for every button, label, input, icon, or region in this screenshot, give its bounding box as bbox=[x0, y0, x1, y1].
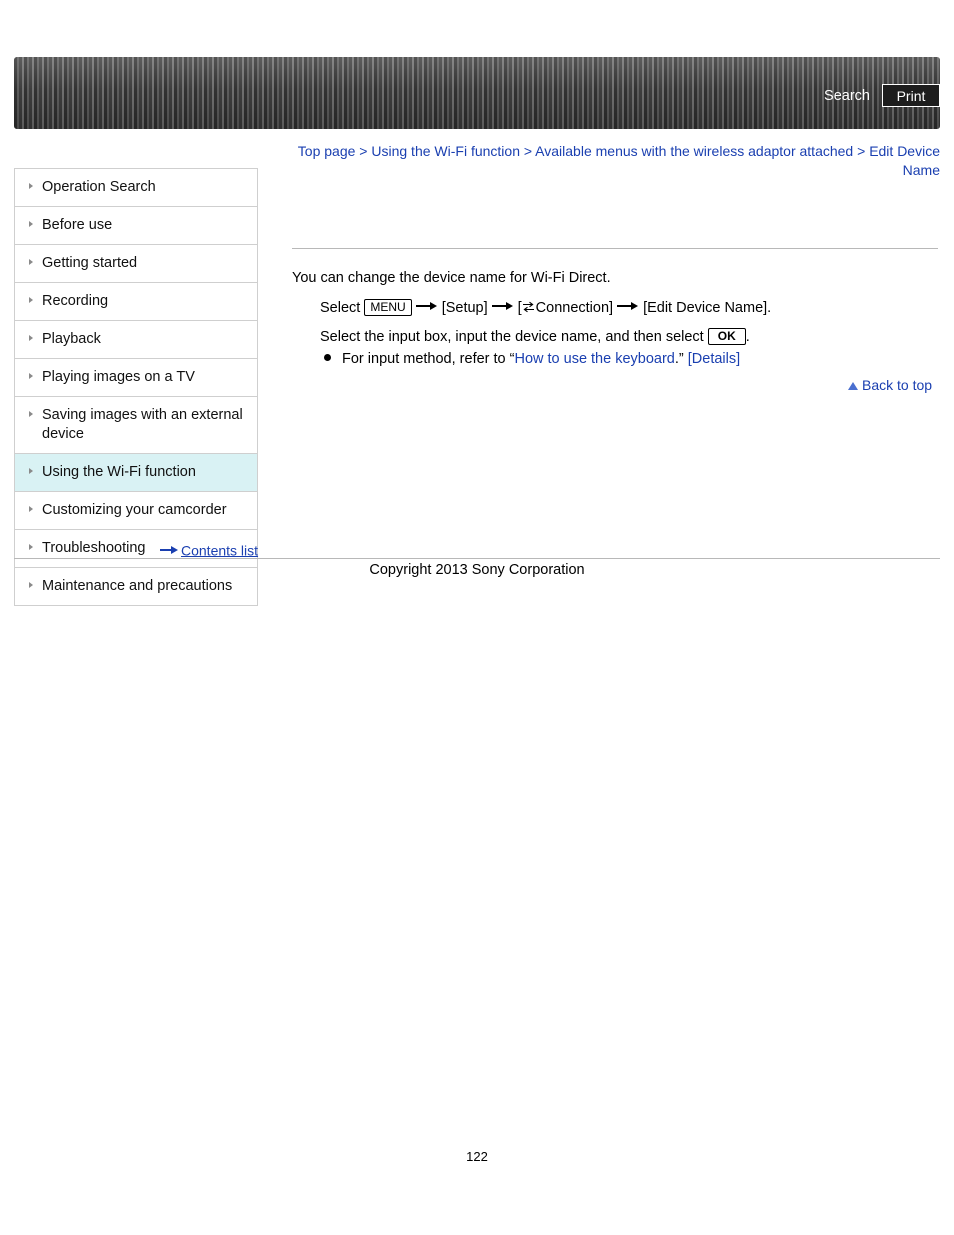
print-button[interactable]: Print bbox=[882, 84, 940, 107]
sidebar-item-label: Customizing your camcorder bbox=[42, 502, 227, 518]
details-link[interactable]: [Details] bbox=[688, 351, 740, 367]
sidebar-item-operation-search[interactable]: Operation Search bbox=[15, 169, 257, 207]
ok-button-glyph: OK bbox=[707, 328, 746, 345]
chevron-right-icon bbox=[29, 183, 33, 189]
intro-text: You can change the device name for Wi-Fi… bbox=[292, 270, 611, 286]
breadcrumb: Top page > Using the Wi-Fi function > Av… bbox=[292, 142, 940, 180]
sidebar-item-label: Playback bbox=[42, 331, 101, 347]
chevron-right-icon bbox=[29, 373, 33, 379]
step-1-setup: [Setup] bbox=[441, 300, 488, 316]
chevron-right-icon bbox=[29, 582, 33, 588]
breadcrumb-current: Edit Device Name bbox=[869, 143, 940, 178]
back-to-top-label: Back to top bbox=[862, 377, 933, 393]
chevron-right-icon bbox=[29, 411, 33, 417]
chevron-right-icon bbox=[29, 297, 33, 303]
step-2-text: Select the input box, input the device n… bbox=[320, 329, 704, 345]
step-2-line: Select the input box, input the device n… bbox=[320, 328, 750, 345]
step-1-select-word: Select bbox=[320, 300, 361, 316]
contents-list-link[interactable]: Contents list bbox=[160, 541, 258, 558]
breadcrumb-item-0[interactable]: Top page bbox=[298, 143, 356, 159]
sidebar-item-customizing-your-camcorder[interactable]: Customizing your camcorder bbox=[15, 492, 257, 530]
chevron-right-icon bbox=[29, 506, 33, 512]
sidebar-item-label: Troubleshooting bbox=[42, 540, 146, 556]
connection-icon bbox=[522, 301, 535, 313]
sidebar-item-label: Playing images on a TV bbox=[42, 369, 195, 385]
sidebar-item-playback[interactable]: Playback bbox=[15, 321, 257, 359]
sidebar-item-playing-images-on-a-tv[interactable]: Playing images on a TV bbox=[15, 359, 257, 397]
sidebar-item-recording[interactable]: Recording bbox=[15, 283, 257, 321]
sidebar-item-label: Saving images with an external device bbox=[42, 407, 243, 442]
sidebar-item-before-use[interactable]: Before use bbox=[15, 207, 257, 245]
keyboard-help-link[interactable]: How to use the keyboard bbox=[514, 351, 674, 367]
back-to-top-link[interactable]: Back to top bbox=[848, 377, 932, 393]
breadcrumb-separator: > bbox=[853, 143, 870, 159]
step-2-period: . bbox=[745, 329, 750, 345]
chevron-right-icon bbox=[29, 468, 33, 474]
sidebar-item-label: Before use bbox=[42, 217, 113, 233]
sidebar-item-label: Maintenance and precautions bbox=[42, 578, 233, 594]
bullet-icon bbox=[324, 354, 331, 361]
sidebar-item-using-the-wifi-function[interactable]: Using the Wi-Fi function bbox=[15, 454, 257, 492]
content-divider bbox=[292, 248, 938, 249]
bullet-text-before: For input method, refer to “ bbox=[342, 351, 515, 367]
footer-divider bbox=[14, 558, 940, 559]
contents-list-label: Contents list bbox=[181, 542, 259, 559]
arrow-right-icon bbox=[415, 301, 438, 311]
sidebar-item-label: Recording bbox=[42, 293, 109, 309]
chevron-right-icon bbox=[29, 544, 33, 550]
breadcrumb-item-2[interactable]: Available menus with the wireless adapto… bbox=[535, 143, 853, 159]
menu-button-glyph: MENU bbox=[364, 299, 412, 316]
step-1-line: Select MENU [Setup][Connection] [Edit Devi… bbox=[320, 299, 771, 316]
breadcrumb-separator: > bbox=[355, 143, 372, 159]
chevron-right-icon bbox=[29, 259, 33, 265]
step-1-connection: Connection] bbox=[535, 300, 614, 316]
search-label[interactable]: Search bbox=[824, 88, 870, 104]
sidebar-item-label: Using the Wi-Fi function bbox=[42, 464, 196, 480]
arrow-right-icon bbox=[617, 301, 639, 311]
page-number: 122 bbox=[466, 1149, 488, 1164]
arrow-right-icon bbox=[491, 301, 514, 311]
bullet-text-mid: .” bbox=[674, 351, 688, 367]
breadcrumb-separator: > bbox=[519, 143, 536, 159]
bullet-note: For input method, refer to “How to use t… bbox=[324, 351, 740, 367]
sidebar-item-saving-images-external-device[interactable]: Saving images with an external device bbox=[15, 397, 257, 454]
sidebar-item-getting-started[interactable]: Getting started bbox=[15, 245, 257, 283]
copyright-text: Copyright 2013 Sony Corporation bbox=[369, 562, 585, 578]
sidebar-item-label: Getting started bbox=[42, 255, 138, 271]
header-banner bbox=[14, 57, 940, 129]
chevron-right-icon bbox=[29, 335, 33, 341]
breadcrumb-item-1[interactable]: Using the Wi-Fi function bbox=[371, 143, 520, 159]
step-1-edit-device-name: [Edit Device Name]. bbox=[643, 300, 772, 316]
sidebar-item-label: Operation Search bbox=[42, 179, 156, 195]
arrow-right-icon bbox=[160, 546, 178, 555]
chevron-right-icon bbox=[29, 221, 33, 227]
arrow-up-icon bbox=[848, 382, 858, 390]
